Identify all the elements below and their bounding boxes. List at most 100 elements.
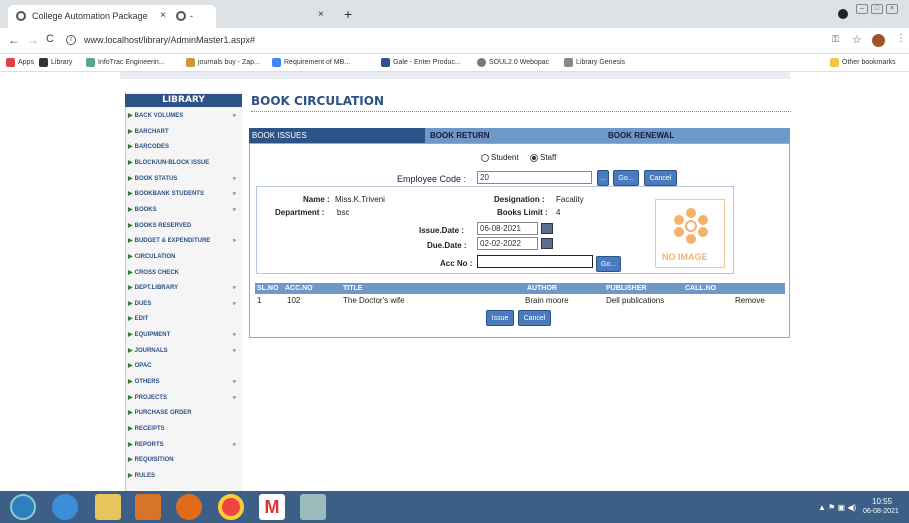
clock-time[interactable]: 10:55 (872, 497, 892, 506)
sidebar-item[interactable]: ▶ CROSS CHECK (128, 266, 240, 280)
radio-staff[interactable] (530, 154, 538, 162)
bookmark-star-icon[interactable]: ☆ (852, 33, 862, 46)
tab-book-renewal[interactable]: BOOK RENEWAL (608, 128, 674, 143)
minimize-icon[interactable]: – (856, 4, 868, 14)
cancel-issue-button[interactable]: Cancel (518, 310, 551, 326)
chrome-favicon-icon (176, 11, 186, 21)
sidebar-item[interactable]: ▶ BUDGET & EXPENDITURE » (128, 234, 240, 248)
gmail-icon[interactable]: M (259, 494, 285, 520)
ie-icon[interactable] (52, 494, 78, 520)
key-icon[interactable]: ⚿ (832, 34, 839, 45)
chrome-icon[interactable] (218, 494, 244, 520)
infotrac-icon (86, 58, 95, 67)
start-button-icon[interactable] (10, 494, 36, 520)
go-button[interactable]: Go... (613, 170, 639, 186)
arrow-icon: ▶ (128, 472, 133, 479)
sidebar-item[interactable]: ▶ EQUIPMENT » (128, 328, 240, 342)
lookup-button[interactable]: ... (597, 170, 609, 186)
cell-slno: 1 (257, 296, 262, 305)
arrow-icon: ▶ (128, 410, 133, 417)
address-bar[interactable]: www.localhost/library/AdminMaster1.aspx# (84, 35, 255, 45)
sidebar-item[interactable]: ▶ BOOK STATUS » (128, 172, 240, 186)
close-window-icon[interactable]: × (886, 4, 898, 14)
sidebar-item[interactable]: ▶ BLOCK/UN-BLOCK ISSUE (128, 156, 240, 170)
maximize-icon[interactable]: □ (871, 4, 883, 14)
arrow-icon: ▶ (128, 206, 133, 213)
tab-close-icon[interactable]: × (318, 9, 324, 20)
bookmark-soul[interactable]: SOUL2.0 Webopac (477, 58, 549, 67)
sidebar-item[interactable]: ▶ RECEIPTS (128, 422, 240, 436)
explorer-folder-icon[interactable] (95, 494, 121, 520)
bookmark-infotrac[interactable]: InfoTrac Engineerin... (86, 58, 165, 67)
radio-student[interactable] (481, 154, 489, 162)
acc-no-input[interactable] (477, 255, 593, 268)
browser-tab-active[interactable]: College Automation Package × - (8, 5, 216, 28)
reload-icon[interactable]: C (46, 33, 54, 45)
bookmark-journals[interactable]: journals buy - Zap... (186, 58, 260, 67)
new-tab-plus-icon[interactable]: + (344, 6, 352, 22)
issue-button[interactable]: Issue (486, 310, 514, 326)
arrow-icon: ▶ (128, 113, 133, 119)
sidebar-item[interactable]: ▶ PURCHASE ORDER (128, 406, 240, 420)
sidebar-item[interactable]: ▶ BACK VOLUMES » (128, 109, 240, 123)
sidebar-title: LIBRARY (125, 94, 242, 107)
cell-accno: 102 (287, 296, 301, 305)
sidebar-item[interactable]: ▶ BOOKS » (128, 203, 240, 217)
sidebar-item[interactable]: ▶ JOURNALS » (128, 344, 240, 358)
sidebar-item[interactable]: ▶ REPORTS » (128, 438, 240, 452)
sidebar-item[interactable]: ▶ OPAC (128, 359, 240, 373)
profile-circle-icon[interactable] (838, 9, 848, 19)
firefox-icon[interactable] (176, 494, 202, 520)
outlook-icon[interactable] (135, 494, 161, 520)
remove-link[interactable]: Remove (735, 296, 765, 305)
bookmark-apps[interactable]: Apps (6, 58, 34, 67)
forward-arrow-icon[interactable]: → (27, 33, 39, 47)
sidebar-item[interactable]: ▶ PROJECTS » (128, 391, 240, 405)
submenu-chevron-icon: » (232, 379, 236, 386)
tray-icons[interactable]: ▲ ⚑ ▣ ◀) (818, 503, 856, 512)
sidebar-item[interactable]: ▶ BARCODES (128, 140, 240, 154)
cancel-button[interactable]: Cancel (644, 170, 677, 186)
sidebar-item[interactable]: ▶ OTHERS » (128, 375, 240, 389)
sidebar-item-label: REPORTS (134, 441, 164, 448)
calendar-icon[interactable] (541, 238, 553, 249)
acc-go-button[interactable]: Go... (596, 256, 621, 272)
sidebar-item-label: BOOK STATUS (134, 175, 178, 182)
sidebar-item[interactable]: ▶ REQUISITION (128, 453, 240, 467)
due-date-input[interactable]: 02-02-2022 (477, 237, 538, 250)
issue-date-input[interactable]: 06-08-2021 (477, 222, 538, 235)
sidebar-item-label: BACK VOLUMES (134, 113, 184, 119)
title-divider (251, 111, 791, 112)
issue-date-label: Issue.Date : (419, 226, 464, 235)
calendar-icon[interactable] (541, 223, 553, 234)
bookmark-gale[interactable]: Gale - Enter Produc... (381, 58, 461, 67)
due-date-label: Due.Date : (427, 241, 467, 250)
sidebar-item[interactable]: ▶ BARCHART (128, 125, 240, 139)
bookmark-libgen[interactable]: Library Genesis (564, 58, 625, 67)
sidebar-item[interactable]: ▶ DUES » (128, 297, 240, 311)
sidebar-item-label: BLOCK/UN-BLOCK ISSUE (134, 159, 210, 166)
writer-icon[interactable] (300, 494, 326, 520)
other-bookmarks[interactable]: Other bookmarks (830, 58, 896, 67)
submenu-chevron-icon: » (232, 347, 236, 354)
employee-code-input[interactable]: 20 (477, 171, 592, 184)
back-arrow-icon[interactable]: ← (8, 33, 20, 47)
menu-dots-icon[interactable]: ⋮ (896, 33, 906, 44)
sidebar-item[interactable]: ▶ RULES (128, 469, 240, 483)
clock-date[interactable]: 06-08-2021 (863, 508, 899, 515)
info-icon[interactable]: i (66, 35, 76, 45)
bookmark-label: InfoTrac Engineerin... (98, 59, 165, 66)
sidebar-item[interactable]: ▶ DEPT.LIBRARY » (128, 281, 240, 295)
bookmark-library[interactable]: Library (39, 58, 72, 67)
sidebar-item[interactable]: ▶ BOOKBANK STUDENTS » (128, 187, 240, 201)
sidebar-item-label: OTHERS (134, 379, 160, 386)
tab-book-return[interactable]: BOOK RETURN (430, 128, 490, 143)
arrow-icon: ▶ (128, 175, 133, 182)
sidebar-item[interactable]: ▶ BOOKS RESERVED (128, 219, 240, 233)
avatar[interactable] (872, 34, 885, 47)
tab-close-icon[interactable]: × (160, 10, 166, 21)
bookmark-requirement[interactable]: Requirement of MB... (272, 58, 350, 67)
sidebar-item[interactable]: ▶ EDIT (128, 312, 240, 326)
tab-book-issues[interactable]: BOOK ISSUES (249, 128, 425, 143)
sidebar-item[interactable]: ▶ CIRCULATION (128, 250, 240, 264)
